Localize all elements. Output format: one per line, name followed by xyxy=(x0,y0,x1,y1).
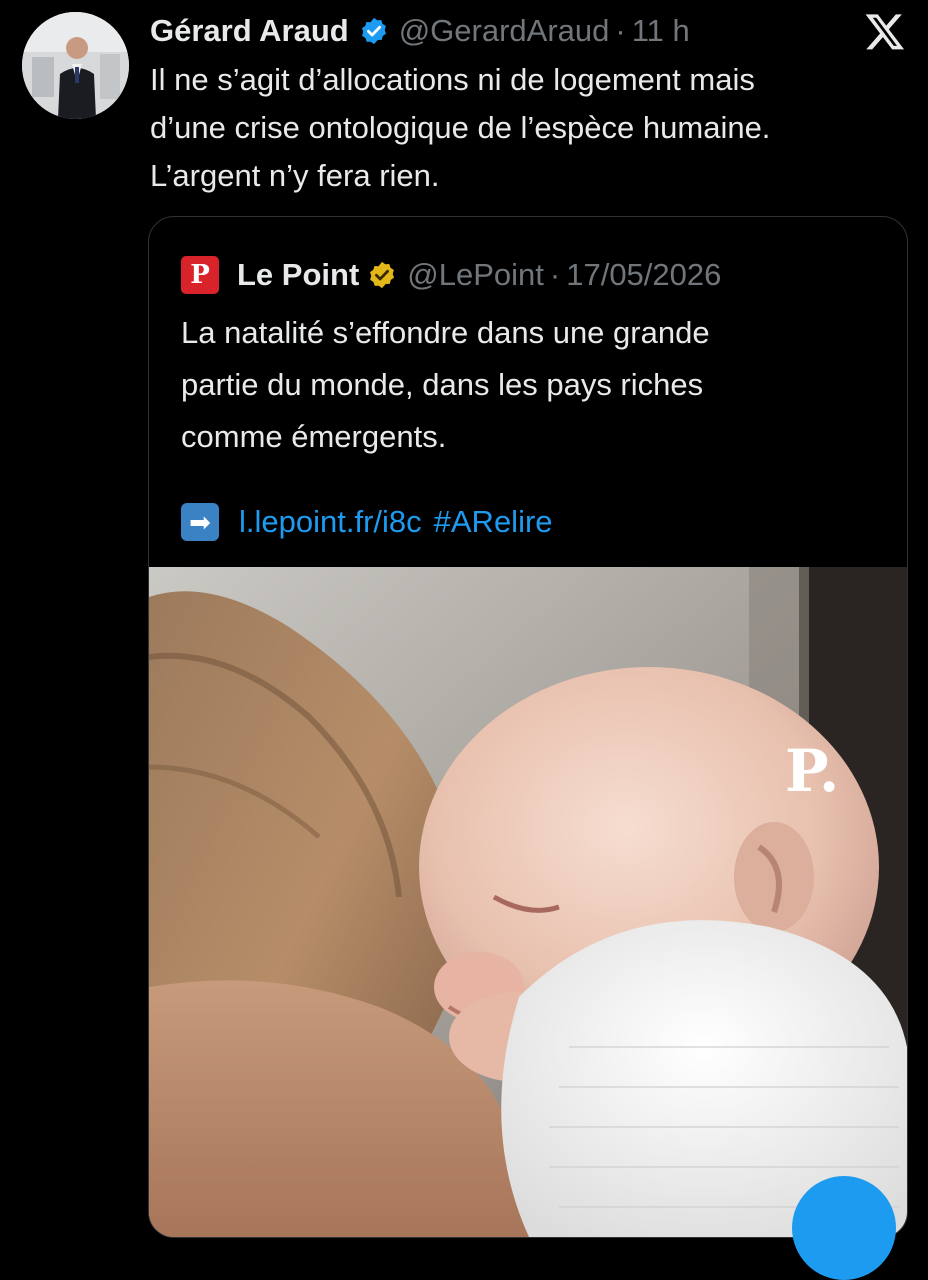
tweet-header: Gérard Araud @GerardAraud · 11 h xyxy=(150,12,690,50)
hashtag-link[interactable]: #ARelire xyxy=(434,504,553,540)
x-logo-icon[interactable] xyxy=(864,10,906,52)
gold-verified-badge-icon xyxy=(367,260,397,290)
article-link[interactable]: l.lepoint.fr/i8c xyxy=(239,504,422,540)
verified-badge-icon xyxy=(359,16,389,46)
quoted-author-name[interactable]: Le Point xyxy=(237,257,359,293)
author-name[interactable]: Gérard Araud xyxy=(150,13,349,49)
tweet-text: Il ne s’agit d’allocations ni de logemen… xyxy=(150,56,910,200)
le-point-watermark: P. xyxy=(785,737,840,805)
quoted-tweet-date[interactable]: 17/05/2026 xyxy=(566,257,721,293)
quoted-tweet-text: La natalité s’effondre dans une grande p… xyxy=(181,307,881,463)
tweet-text-line: d’une crise ontologique de l’espèce huma… xyxy=(150,110,771,145)
header-separator: · xyxy=(615,13,626,48)
quoted-header-separator: · xyxy=(549,257,561,292)
quoted-text-line: partie du monde, dans les pays riches xyxy=(181,367,704,402)
quoted-tweet-card[interactable]: P Le Point @LePoint · 17/05/2026 La nata… xyxy=(148,216,908,1238)
quoted-text-line: La natalité s’effondre dans une grande xyxy=(181,315,710,350)
quoted-media-image[interactable]: P. xyxy=(149,567,907,1237)
tweet-text-line: L’argent n’y fera rien. xyxy=(150,158,440,193)
quoted-author-handle[interactable]: @LePoint xyxy=(407,257,544,293)
le-point-logo-icon[interactable]: P xyxy=(181,256,219,294)
tweet-timestamp[interactable]: 11 h xyxy=(632,13,690,49)
author-avatar[interactable] xyxy=(22,12,129,119)
tweet-text-line: Il ne s’agit d’allocations ni de logemen… xyxy=(150,62,755,97)
author-handle[interactable]: @GerardAraud xyxy=(399,13,610,49)
right-arrow-icon: ➡ xyxy=(181,503,219,541)
quoted-tweet-header: P Le Point @LePoint · 17/05/2026 xyxy=(181,255,721,295)
quoted-link-row: ➡ l.lepoint.fr/i8c #ARelire xyxy=(181,500,553,544)
compose-button[interactable] xyxy=(792,1176,896,1280)
quoted-text-line: comme émergents. xyxy=(181,419,447,454)
